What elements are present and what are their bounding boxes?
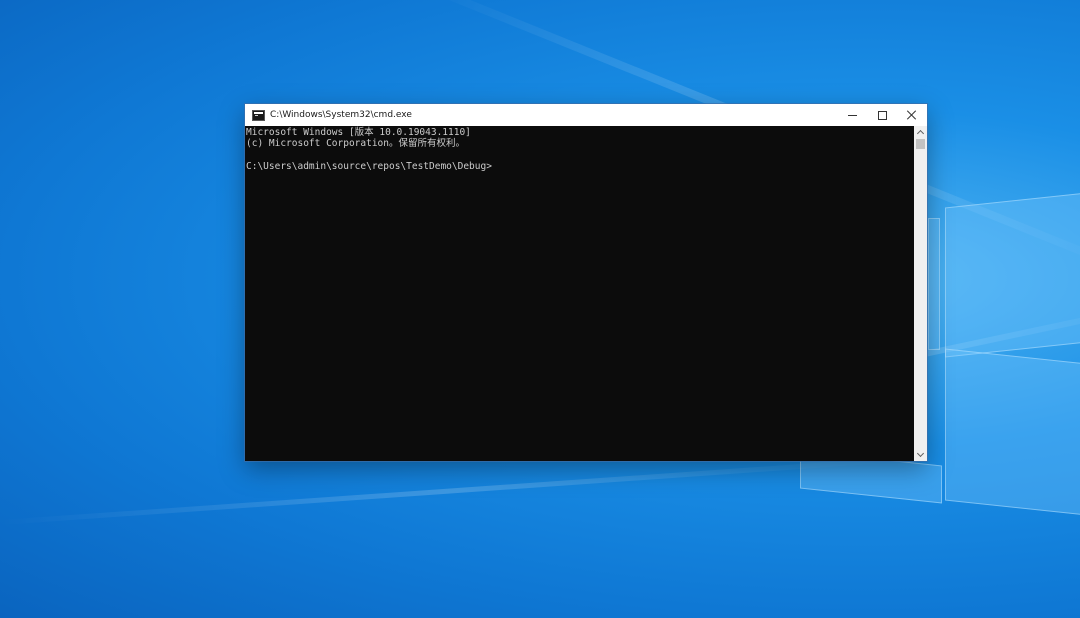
wallpaper-light-ray bbox=[0, 457, 898, 525]
command-prompt[interactable]: C:\Users\admin\source\repos\TestDemo\Deb… bbox=[245, 161, 914, 172]
minimize-icon bbox=[847, 114, 857, 116]
console-line-version: Microsoft Windows [版本 10.0.19043.1110] bbox=[246, 127, 471, 138]
maximize-button[interactable] bbox=[867, 104, 897, 126]
title-bar[interactable]: C:\Windows\System32\cmd.exe bbox=[245, 104, 927, 126]
windows-logo-pane bbox=[928, 218, 940, 350]
chevron-down-icon bbox=[916, 449, 925, 458]
scroll-down-button[interactable] bbox=[914, 449, 927, 461]
console-output[interactable]: Microsoft Windows [版本 10.0.19043.1110] (… bbox=[245, 126, 914, 461]
close-icon bbox=[907, 110, 917, 120]
window-title: C:\Windows\System32\cmd.exe bbox=[270, 110, 412, 120]
scroll-thumb[interactable] bbox=[916, 139, 925, 149]
windows-logo-pane bbox=[945, 348, 1080, 516]
cmd-icon[interactable] bbox=[252, 109, 265, 121]
chevron-up-icon bbox=[916, 129, 925, 138]
scroll-up-button[interactable] bbox=[914, 126, 927, 138]
vertical-scrollbar[interactable] bbox=[914, 126, 927, 461]
console-line-copyright: (c) Microsoft Corporation。保留所有权利。 bbox=[246, 138, 465, 150]
windows-logo-pane bbox=[945, 192, 1080, 358]
close-button[interactable] bbox=[897, 104, 927, 126]
maximize-icon bbox=[877, 110, 887, 120]
cmd-window[interactable]: C:\Windows\System32\cmd.exe Microsoft Wi… bbox=[245, 104, 927, 461]
minimize-button[interactable] bbox=[837, 104, 867, 126]
